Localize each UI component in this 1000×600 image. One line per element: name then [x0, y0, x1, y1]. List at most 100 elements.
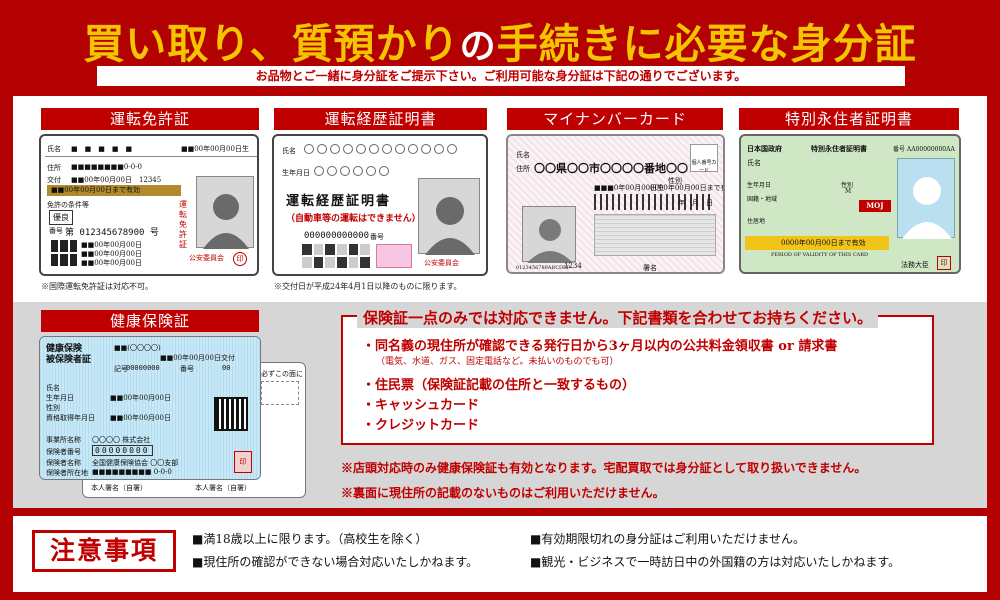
history-card: 氏名 生年月日 運転経歴証明書 （自動車等の運転はできません） 00000000… — [272, 134, 488, 276]
insurance-seal: 印 — [234, 451, 252, 473]
mynumber-card: 氏名 住所 〇〇県〇〇市〇〇〇〇番地〇〇 個人番号カード 性別 ■■■0年00月… — [506, 134, 725, 274]
residence-name-label: 氏名 — [747, 159, 761, 167]
license-card: 氏名 ■ ■ ■ ■ ■ ■■00年00月00日生 住所 ■■■■■■■■0-0… — [39, 134, 259, 276]
caution-item-3: ■有効期限切れの身分証はご利用いただけません。 — [530, 532, 805, 546]
history-birth-label: 生年月日 — [282, 169, 310, 177]
warning-item-2: ・住民票（保険証記載の住所と一致するもの） — [362, 378, 636, 393]
license-name-value: ■ ■ ■ ■ ■ — [71, 145, 133, 153]
insurance-front-card: 健康保険 被保険者証 ■■(〇〇〇〇) ■■00年00月00日交付 記号 000… — [39, 336, 261, 480]
subtitle-bar: お品物とご一緒に身分証をご提示下さい。ご利用可能な身分証は下記の通りでございます… — [97, 66, 905, 86]
history-pink-grid — [376, 244, 412, 268]
person-silhouette-icon — [203, 194, 249, 249]
warning-heading: 保険証一点のみでは対応できません。下記書類を合わせてお持ちください。 — [357, 307, 879, 328]
insurance-label: 健康保険証 — [41, 310, 259, 332]
residence-birth-label: 生年月日 — [747, 182, 772, 189]
person-silhouette-icon — [902, 177, 952, 239]
license-class-grid — [51, 240, 77, 266]
residence-photo — [897, 158, 955, 239]
license-seal: 印 — [233, 252, 247, 266]
residence-number: 番号 AA00000000AA — [893, 146, 955, 153]
insurance-employer-label: 事業所名称 — [46, 436, 81, 444]
warning-item-4: ・クレジットカード — [362, 418, 480, 433]
mynumber-name-label: 氏名 — [516, 151, 530, 159]
mynumber-address: 〇〇県〇〇市〇〇〇〇番地〇〇 — [534, 162, 688, 175]
mynumber-expiry: 0000年00月00日まで有効 — [650, 184, 723, 192]
license-name-label: 氏名 — [47, 145, 61, 153]
insurance-name-label: 氏名 — [46, 384, 60, 392]
license-issue-label: 交付 — [47, 176, 61, 184]
caution-title: 注意事項 — [32, 530, 176, 572]
history-commission: 公安委員会 — [424, 259, 459, 267]
insurance-top-right: ■■(〇〇〇〇) — [114, 344, 161, 352]
residence-sex-value: M — [845, 188, 852, 195]
warning-item-1-sub: （電気、水道、ガス、固定電話など。未払いのものでも可） — [376, 357, 619, 367]
license-date-3: ■■00年00月00日 — [81, 259, 142, 267]
history-class-grid — [302, 244, 370, 268]
residence-nationality-label: 国籍・地域 — [747, 196, 778, 203]
insurance-number-value: 00 — [222, 364, 231, 372]
insurance-insurer-name-label: 保険者名称 — [46, 459, 81, 467]
insurance-employer-value: 〇〇〇〇 株式会社 — [92, 436, 151, 444]
insurance-issue-date: ■■00年00月00日交付 — [160, 354, 235, 362]
history-photo — [418, 178, 480, 255]
license-label: 運転免許証 — [41, 108, 259, 130]
insurance-insurer-num-label: 保険者番号 — [46, 448, 81, 456]
residence-moj-logo: MOJ — [859, 200, 891, 212]
insurance-sign-value: 00000000 — [126, 364, 160, 372]
insurance-date-label: 資格取得年月日 — [46, 414, 95, 422]
mynumber-serial: 0123456789ABCDEF — [516, 265, 571, 271]
history-name-circles — [304, 144, 457, 154]
license-number: 第 012345678900 号 — [65, 228, 159, 238]
license-address-value: ■■■■■■■■0-0-0 — [71, 163, 143, 171]
insurance-qr-code — [214, 397, 248, 431]
insurance-back-line: 必ずこの面に — [261, 370, 303, 378]
residence-expiry: 0000年00月00日まで有効 — [745, 236, 889, 250]
residence-period: PERIOD OF VALIDITY OF THIS CARD — [771, 252, 869, 258]
residence-card: 日本国政府 特別永住者証明書 番号 AA00000000AA 氏名 生年月日 性… — [739, 134, 961, 274]
license-condition-label: 免許の条件等 — [47, 201, 89, 209]
title-part1: 買い取り、質預かり — [83, 20, 460, 68]
mynumber-footer: 署名 — [643, 264, 657, 272]
insurance-line2: 被保険者証 — [46, 355, 92, 365]
license-number-label: 番号 — [49, 227, 63, 235]
mynumber-label: マイナンバーカード — [507, 108, 723, 130]
license-kind-label: 運転免許証 — [179, 200, 187, 249]
residence-seal: 印 — [937, 256, 951, 270]
residence-title: 特別永住者証明書 — [811, 144, 867, 153]
license-birth: ■■00年00月00日生 — [181, 145, 249, 153]
mynumber-signature-area — [594, 214, 716, 256]
history-number-label: 番号 — [370, 233, 384, 241]
caution-item-2: ■現住所の確認ができない場合対応いたしかねます。 — [192, 555, 479, 569]
license-address-label: 住所 — [47, 164, 61, 172]
title-part2: の — [459, 25, 497, 67]
insurance-back-footer: 本人署名（自署） — [195, 484, 251, 492]
mynumber-photo — [522, 206, 576, 263]
insurance-insurer-num-value: 00000000 — [92, 445, 153, 456]
caution-item-4: ■観光・ビジネスで一時訪日中の外国籍の方は対応いたしかねます。 — [530, 555, 901, 569]
warning-item-3: ・キャッシュカード — [362, 398, 480, 413]
warning-note-2: ※裏面に現住所の記載のないものはご利用いただけません。 — [341, 486, 665, 500]
insurance-insurer-name-value: 全国健康保険協会 〇〇支部 — [92, 459, 179, 467]
insurance-insurer-addr-value: ■■■■■■■■■ 0-0-0 — [92, 468, 172, 476]
license-divider — [45, 156, 257, 157]
caution-item-1: ■満18歳以上に限ります。（高校生を除く） — [192, 532, 428, 546]
insurance-back-box — [261, 381, 299, 405]
license-photo — [196, 176, 254, 249]
license-expiry: ■■00年00月00日まで有効 — [47, 185, 181, 196]
person-silhouette-icon — [425, 197, 475, 255]
history-big-title: 運転経歴証明書 — [286, 194, 392, 209]
license-gold-label: 優良 — [49, 210, 73, 225]
insurance-number-label: 番号 — [180, 365, 194, 373]
mynumber-code: 1234 — [564, 262, 582, 270]
license-commission: 公安委員会 — [189, 254, 224, 262]
person-silhouette-icon — [527, 219, 573, 263]
history-number: 000000000000 — [304, 231, 370, 241]
history-sub-title: （自動車等の運転はできません） — [286, 214, 421, 224]
history-name-label: 氏名 — [282, 147, 296, 155]
insurance-birth-value: ■■00年00月00日 — [110, 394, 171, 402]
warning-item-1: ・同名義の現住所が確認できる発行日から3ヶ月以内の公共料金領収書 or 請求書 — [362, 339, 838, 354]
mynumber-ymd: 年 月 日 — [678, 199, 713, 207]
insurance-birth-label: 生年月日 — [46, 394, 74, 402]
residence-gov: 日本国政府 — [747, 144, 782, 153]
insurance-insurer-addr-label: 保険者所在地 — [46, 469, 88, 477]
